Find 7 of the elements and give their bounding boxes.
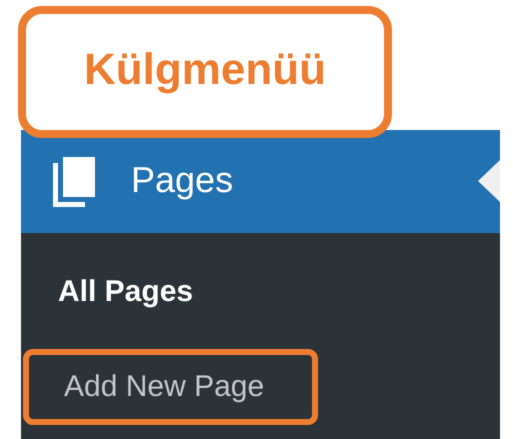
callout-label: Külgmenüü (84, 48, 326, 96)
submenu-link[interactable]: Add New Page (23, 349, 318, 425)
current-menu-caret-icon (478, 160, 500, 202)
menu-header[interactable]: Pages (21, 130, 500, 233)
pages-icon (53, 156, 96, 206)
menu-label: Pages (131, 162, 234, 202)
submenu-link[interactable]: All Pages (58, 273, 194, 311)
